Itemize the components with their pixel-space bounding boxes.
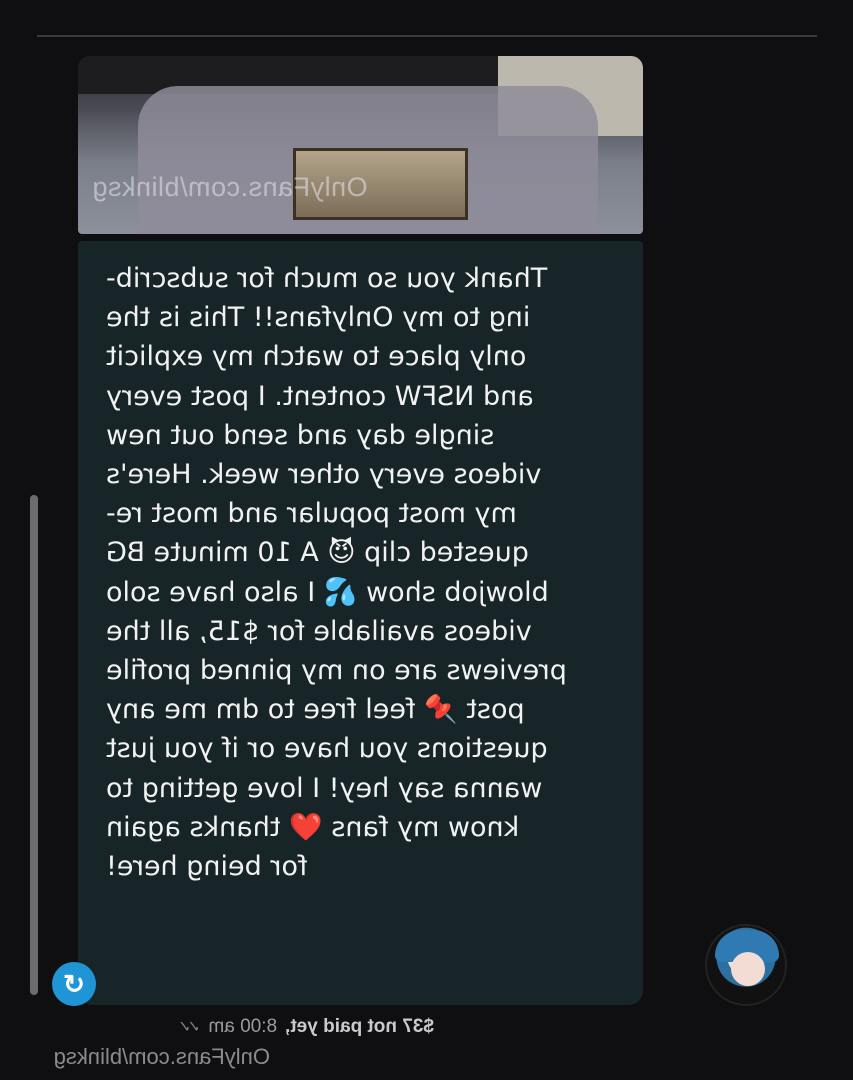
- chat-screen: OnlyFans.com/blinksg Thank you so much f…: [0, 0, 853, 1080]
- scrollbar-thumb[interactable]: [30, 495, 38, 995]
- scrollbar[interactable]: [30, 495, 38, 995]
- reply-arrow-icon[interactable]: ↻: [52, 962, 96, 1006]
- message-meta: $37 not paid yet, 8:00 am ✓✓: [182, 1014, 434, 1040]
- top-divider: [37, 35, 817, 37]
- message-text: Thank you so much for subscrib- ing to m…: [106, 263, 567, 883]
- photo-attachment[interactable]: OnlyFans.com/blinksg: [78, 56, 643, 234]
- photo-watermark: OnlyFans.com/blinksg: [92, 172, 368, 202]
- avatar-face: [731, 952, 765, 986]
- message-bubble[interactable]: Thank you so much for subscrib- ing to m…: [78, 241, 643, 1005]
- read-ticks-icon: ✓✓: [181, 1019, 201, 1036]
- sender-avatar[interactable]: [705, 924, 787, 1006]
- price-status: $37 not paid yet,: [285, 1016, 434, 1037]
- message-time: 8:00 am: [208, 1016, 278, 1037]
- footer-watermark: OnlyFans.com/blinksg: [53, 1044, 270, 1069]
